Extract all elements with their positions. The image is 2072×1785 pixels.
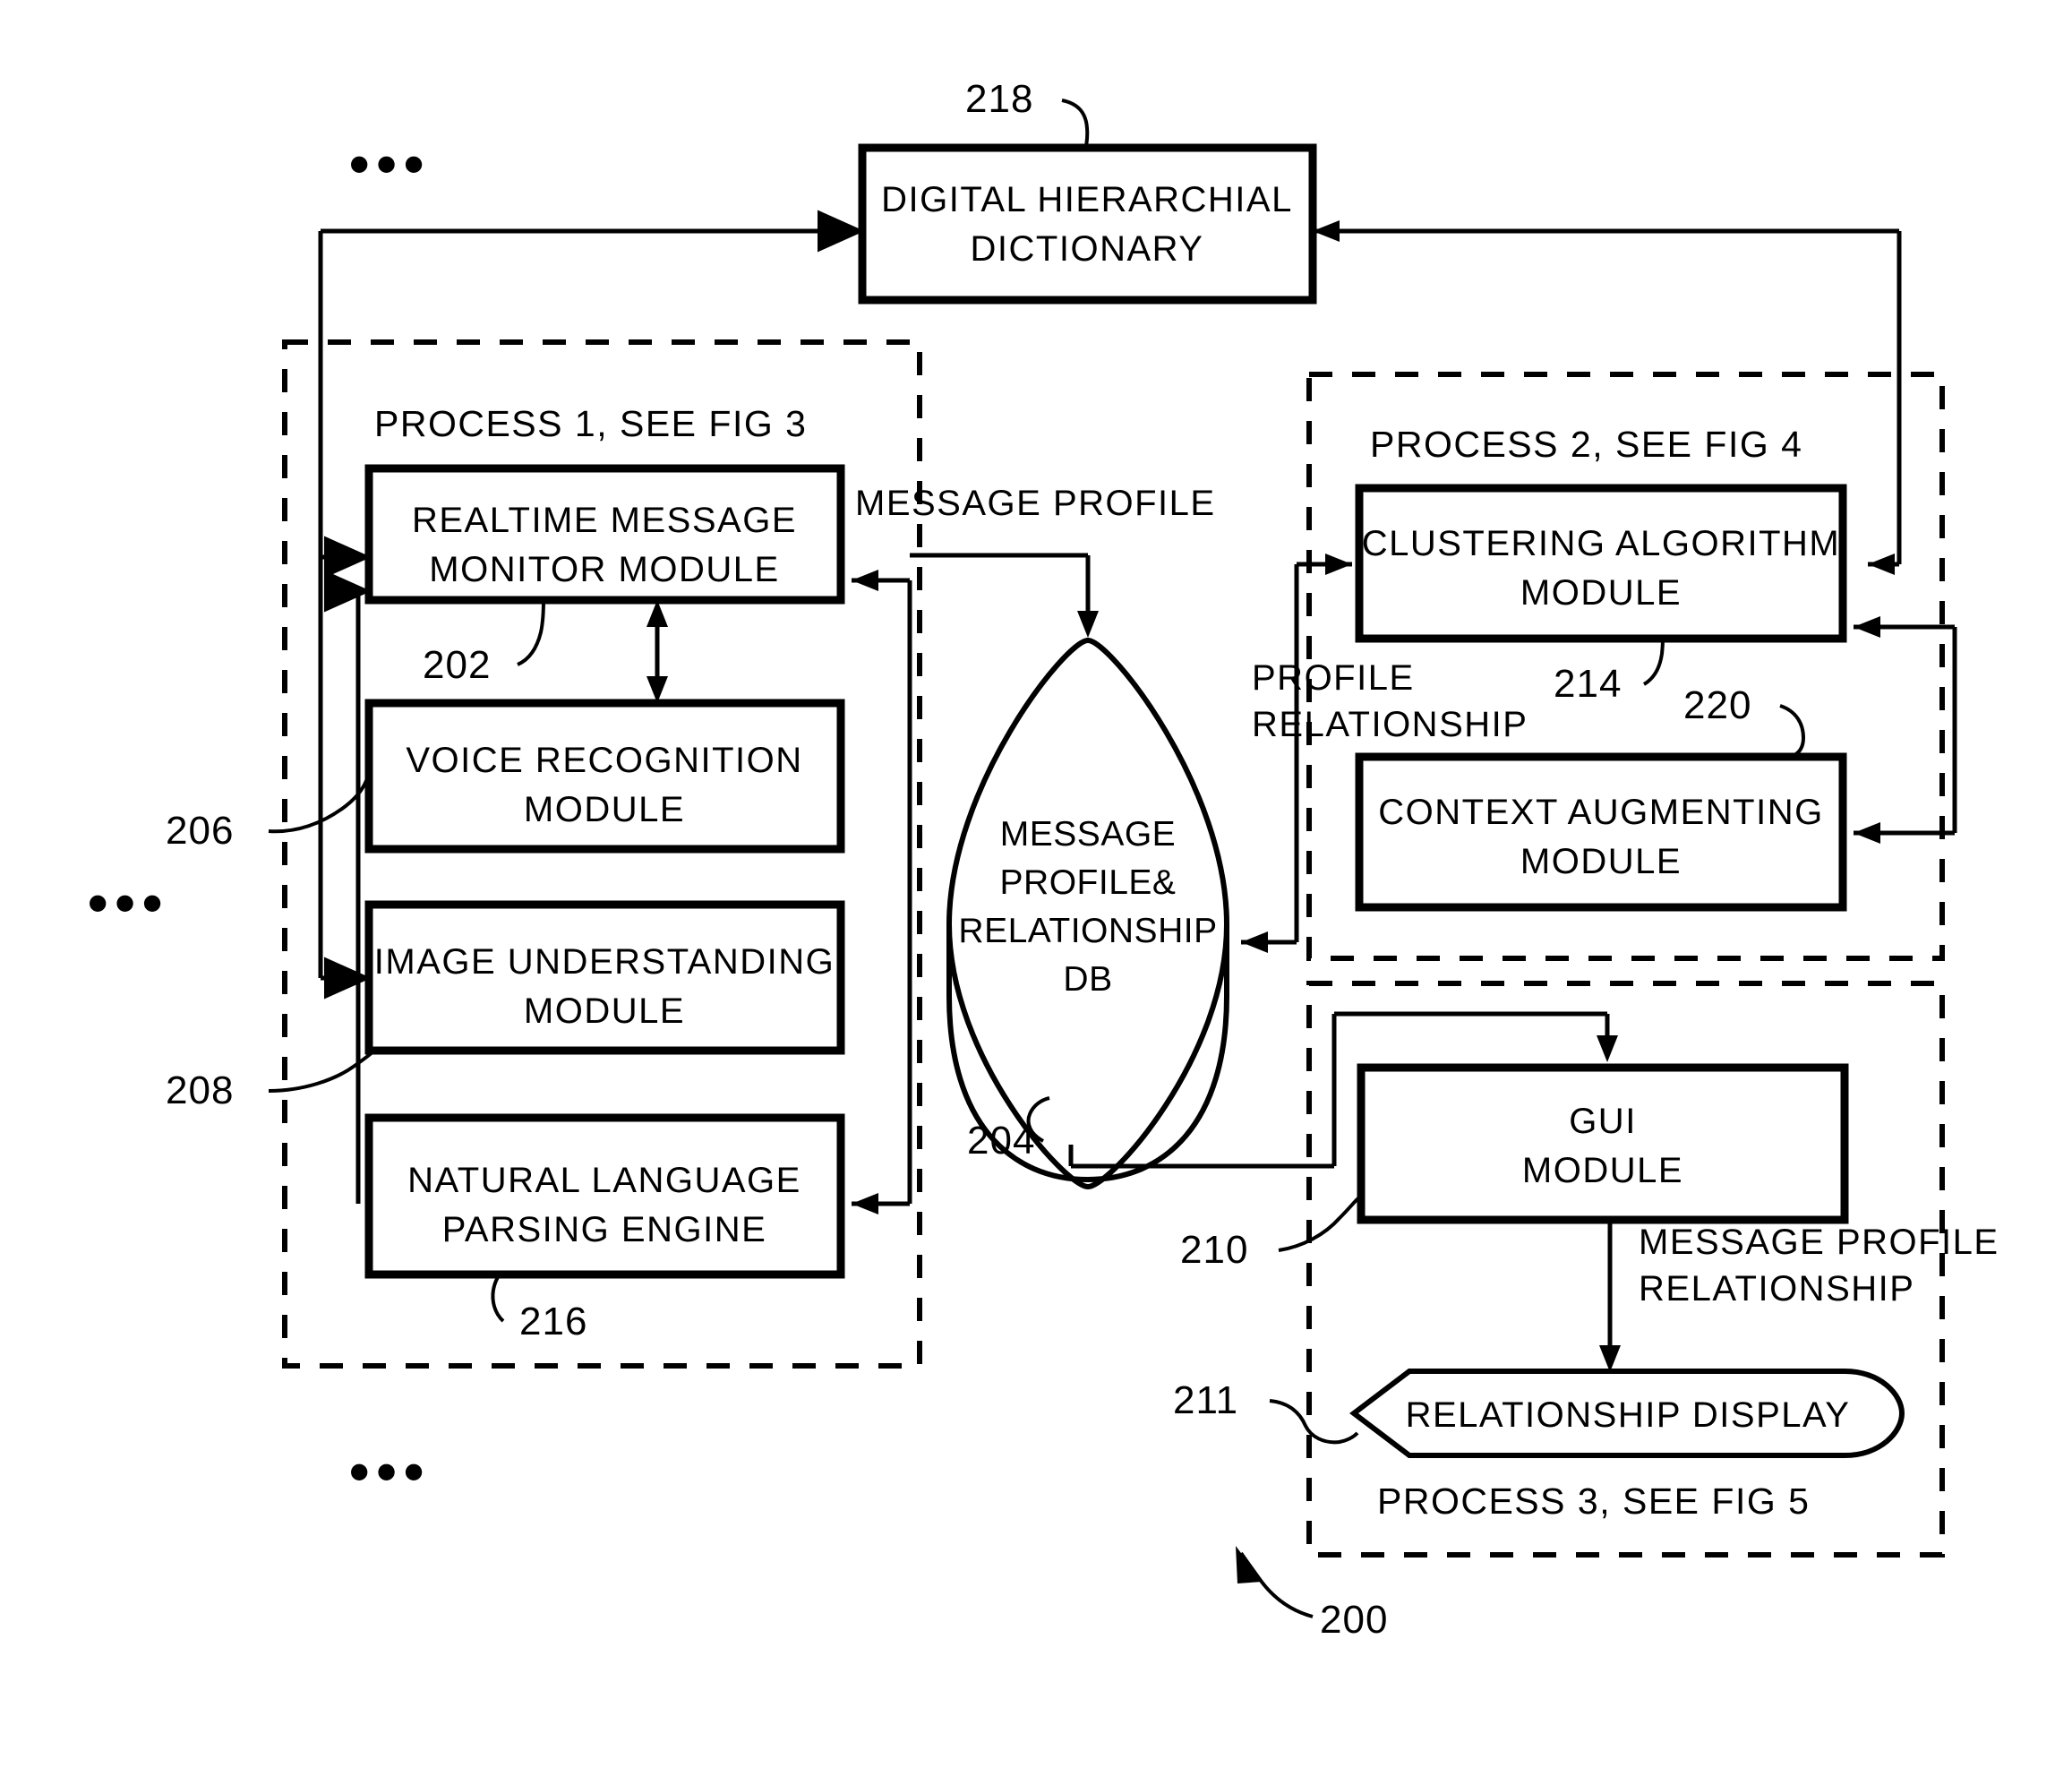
arrow-into-gui <box>1597 1035 1618 1062</box>
ref-214: 214 <box>1554 662 1622 706</box>
arrow-back-into-monitor <box>852 570 878 591</box>
ref-220: 220 <box>1683 683 1751 727</box>
process1-title: PROCESS 1, SEE FIG 3 <box>374 403 807 444</box>
nlp-line2: PARSING ENGINE <box>442 1210 767 1249</box>
ref-204: 204 <box>967 1119 1035 1163</box>
ref-210: 210 <box>1180 1228 1248 1272</box>
ref-208: 208 <box>166 1068 234 1112</box>
process3-title: PROCESS 3, SEE FIG 5 <box>1377 1480 1810 1522</box>
gui-line1: GUI <box>1569 1102 1637 1141</box>
dictionary-line1: DIGITAL HIERARCHIAL <box>881 180 1293 219</box>
clustering-line1: CLUSTERING ALGORITHM <box>1362 524 1841 563</box>
context-augmenting-line2: MODULE <box>1520 842 1682 881</box>
db-line1: MESSAGE <box>1000 815 1176 854</box>
db-line3: RELATIONSHIP <box>958 912 1217 950</box>
bidirectional-arrow-monitor-voice <box>646 600 668 703</box>
arrow-into-context-augmenting <box>1854 822 1880 844</box>
digital-hierarchial-dictionary-box <box>858 143 1317 305</box>
realtime-monitor-line2: MONITOR MODULE <box>429 550 779 589</box>
ref-200: 200 <box>1320 1598 1388 1642</box>
arrow-into-relationship-display <box>1599 1345 1621 1372</box>
label-message-profile-rel-l1: MESSAGE PROFILE <box>1639 1223 1999 1262</box>
realtime-monitor-line1: REALTIME MESSAGE <box>412 501 797 540</box>
voice-recognition-line1: VOICE RECOGNITION <box>406 741 802 780</box>
ref-216: 216 <box>519 1300 587 1343</box>
image-understanding-line1: IMAGE UNDERSTANDING <box>374 942 835 982</box>
arrow-into-nlp <box>852 1193 878 1214</box>
voice-recognition-line2: MODULE <box>524 790 685 829</box>
arrow-into-clustering-right <box>1868 554 1895 575</box>
db-line2: PROFILE& <box>1000 863 1177 902</box>
db-line4: DB <box>1063 960 1112 999</box>
ref-218: 218 <box>965 77 1033 121</box>
gui-line2: MODULE <box>1522 1151 1683 1190</box>
image-understanding-line2: MODULE <box>524 991 685 1031</box>
label-message-profile-rel-l2: RELATIONSHIP <box>1639 1269 1914 1309</box>
ref-211: 211 <box>1173 1378 1238 1422</box>
gui-module <box>1357 1063 1849 1224</box>
clustering-line2: MODULE <box>1520 573 1682 613</box>
ref-206: 206 <box>166 809 234 853</box>
arrow-into-database <box>1077 611 1099 638</box>
ellipsis-mid-left: ••• <box>88 871 169 935</box>
context-augmenting-line1: CONTEXT AUGMENTING <box>1378 793 1823 832</box>
ref-202: 202 <box>423 643 491 687</box>
ellipsis-top-left: ••• <box>349 132 431 196</box>
arrow-profile-relationship-into-db <box>1241 931 1268 953</box>
clustering-algorithm-module <box>1355 484 1847 643</box>
label-profile-relationship-l1: PROFILE <box>1252 658 1415 698</box>
context-augmenting-module <box>1355 752 1847 912</box>
relationship-display-label: RELATIONSHIP DISPLAY <box>1406 1395 1851 1435</box>
label-profile-relationship-l2: RELATIONSHIP <box>1252 705 1528 744</box>
process2-title: PROCESS 2, SEE FIG 4 <box>1370 424 1802 465</box>
dictionary-line2: DICTIONARY <box>971 229 1204 269</box>
figure-canvas: ••• ••• ••• DIGITAL HIERARCHIAL DICTIONA… <box>0 0 2072 1785</box>
ref-200-leader <box>1236 1546 1314 1618</box>
arrow-into-clustering-second <box>1854 616 1880 638</box>
arrow-into-clustering-left <box>1325 554 1352 575</box>
ellipsis-bottom-left: ••• <box>349 1439 431 1504</box>
nlp-line1: NATURAL LANGUAGE <box>407 1161 801 1200</box>
patent-flow-diagram: ••• ••• ••• DIGITAL HIERARCHIAL DICTIONA… <box>88 77 1999 1642</box>
label-message-profile: MESSAGE PROFILE <box>855 484 1216 523</box>
